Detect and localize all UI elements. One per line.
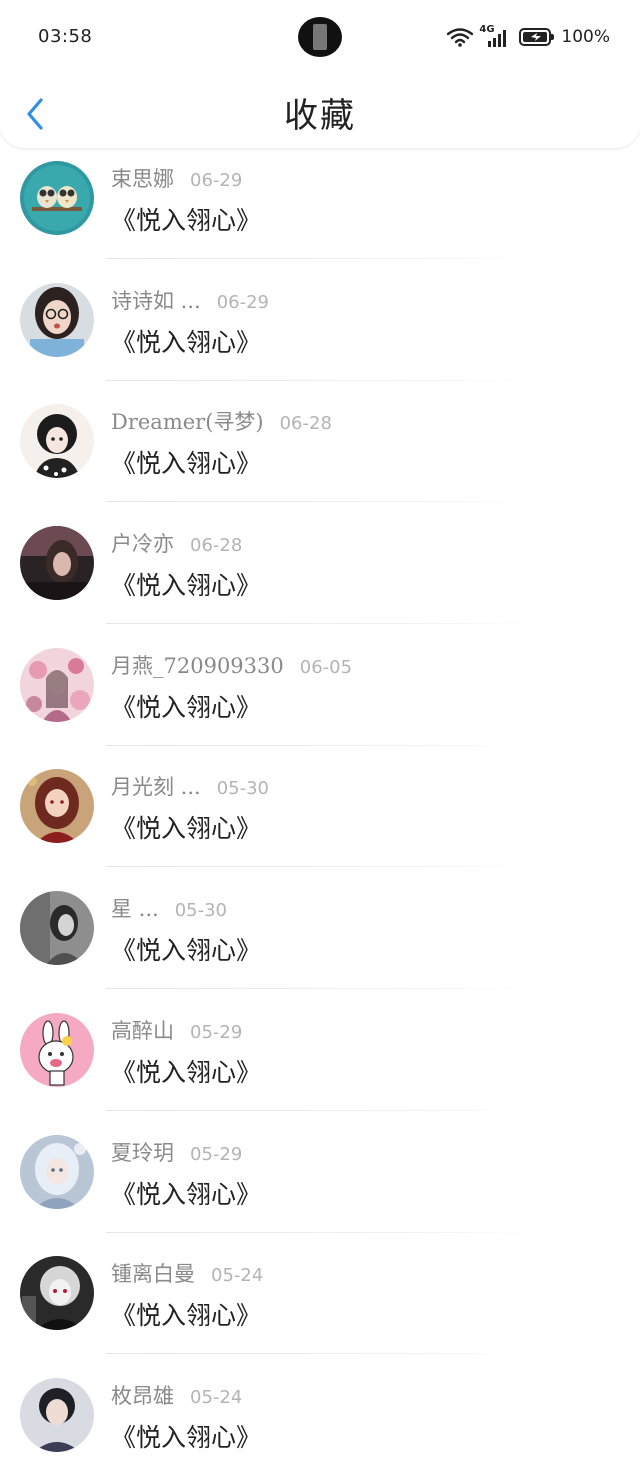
item-meta: Dreamer(寻梦) 06-28: [111, 406, 332, 436]
date: 06-28: [279, 413, 332, 435]
divider: [106, 623, 536, 625]
username[interactable]: 月光刻 ...: [111, 771, 201, 801]
item-meta: 束思娜 06-29: [111, 163, 242, 193]
username[interactable]: 枚昂雄: [111, 1380, 174, 1410]
divider: [106, 501, 536, 503]
work-title[interactable]: 《悦入翎心》: [111, 688, 261, 724]
work-title[interactable]: 《悦入翎心》: [111, 1296, 261, 1332]
silver-hair-boy-avatar[interactable]: [20, 1256, 94, 1331]
work-title[interactable]: 《悦入翎心》: [111, 566, 261, 602]
username[interactable]: 诗诗如 ...: [111, 285, 201, 315]
item-meta: 星 ... 05-30: [111, 893, 227, 923]
front-camera: [298, 17, 342, 57]
battery-percentage: 100%: [561, 27, 610, 47]
favorites-list: 束思娜 06-29 《悦入翎心》 诗诗如 ... 06-29 《悦入翎心》 Dr…: [0, 141, 640, 1480]
owls-avatar[interactable]: [20, 161, 94, 235]
username[interactable]: Dreamer(寻梦): [111, 406, 264, 436]
wifi-icon: [447, 28, 474, 47]
divider: [106, 1353, 536, 1355]
work-title[interactable]: 《悦入翎心》: [111, 931, 261, 967]
battery-icon: [519, 28, 555, 46]
list-item[interactable]: 夏玲玥 05-29 《悦入翎心》: [0, 1115, 640, 1237]
cartoon-bunny-avatar[interactable]: [20, 1012, 94, 1087]
divider: [106, 258, 536, 259]
list-item[interactable]: Dreamer(寻梦) 06-28 《悦入翎心》: [0, 384, 640, 506]
list-item[interactable]: 月光刻 ... 05-30 《悦入翎心》: [0, 749, 640, 871]
date: 05-29: [190, 1021, 243, 1043]
item-meta: 高醉山 05-29: [111, 1015, 242, 1045]
divider: [106, 1109, 536, 1111]
dark-girl-avatar[interactable]: [20, 526, 94, 601]
cellular-signal-icon: 4G: [479, 24, 509, 48]
divider: [106, 988, 536, 990]
username[interactable]: 户冷亦: [111, 528, 174, 558]
status-icons: 4G 100%: [447, 24, 610, 50]
work-title[interactable]: 《悦入翎心》: [111, 1053, 261, 1089]
list-item[interactable]: 诗诗如 ... 06-29 《悦入翎心》: [0, 263, 640, 385]
top-bar: 03:58 4G 100% 收藏: [0, 0, 640, 148]
username[interactable]: 月燕_720909330: [111, 650, 284, 680]
list-item[interactable]: 枚昂雄 05-24 《悦入翎心》: [0, 1358, 640, 1480]
pink-flowers-avatar[interactable]: [20, 647, 94, 722]
date: 06-29: [216, 291, 270, 313]
divider: [106, 866, 536, 868]
list-item[interactable]: 锺离白曼 05-24 《悦入翎心》: [0, 1236, 640, 1358]
date: 06-29: [190, 170, 243, 191]
divider: [106, 379, 536, 381]
list-item[interactable]: 月燕_720909330 06-05 《悦入翎心》: [0, 628, 640, 750]
date: 06-28: [190, 535, 243, 557]
work-title[interactable]: 《悦入翎心》: [111, 444, 261, 480]
list-item[interactable]: 束思娜 06-29 《悦入翎心》: [0, 141, 640, 263]
girl-glasses-avatar[interactable]: [20, 282, 94, 357]
item-meta: 诗诗如 ... 06-29: [111, 285, 269, 315]
item-meta: 锺离白曼 05-24: [111, 1258, 263, 1288]
divider: [106, 744, 536, 746]
item-meta: 户冷亦 06-28: [111, 528, 242, 558]
date: 05-24: [211, 1265, 264, 1287]
work-title[interactable]: 《悦入翎心》: [111, 323, 261, 359]
username[interactable]: 束思娜: [111, 163, 174, 193]
username[interactable]: 夏玲玥: [111, 1137, 174, 1167]
status-time: 03:58: [38, 26, 93, 47]
list-item[interactable]: 高醉山 05-29 《悦入翎心》: [0, 993, 640, 1115]
date: 05-29: [190, 1143, 243, 1165]
white-hair-girl-avatar[interactable]: [20, 1134, 94, 1209]
username[interactable]: 高醉山: [111, 1015, 174, 1045]
work-title[interactable]: 《悦入翎心》: [111, 1175, 261, 1211]
work-title[interactable]: 《悦入翎心》: [111, 809, 261, 845]
divider: [106, 1231, 536, 1233]
date: 06-05: [299, 656, 353, 678]
work-title[interactable]: 《悦入翎心》: [111, 201, 261, 237]
list-item[interactable]: 星 ... 05-30 《悦入翎心》: [0, 871, 640, 993]
list-item[interactable]: 户冷亦 06-28 《悦入翎心》: [0, 506, 640, 628]
date: 05-30: [174, 900, 228, 922]
item-meta: 月光刻 ... 05-30: [111, 771, 269, 801]
page-title: 收藏: [284, 96, 356, 136]
item-meta: 夏玲玥 05-29: [111, 1137, 242, 1167]
anime-girl-bw-avatar[interactable]: [20, 404, 94, 479]
username[interactable]: 星 ...: [111, 893, 159, 923]
red-hair-girl-avatar[interactable]: [20, 769, 94, 844]
username[interactable]: 锺离白曼: [111, 1258, 195, 1288]
date: 05-24: [190, 1386, 243, 1408]
boy-portrait-avatar[interactable]: [20, 1377, 94, 1452]
item-meta: 枚昂雄 05-24: [111, 1380, 242, 1410]
work-title[interactable]: 《悦入翎心》: [111, 1418, 261, 1454]
grey-girl-avatar[interactable]: [20, 891, 94, 966]
date: 05-30: [216, 778, 270, 800]
item-meta: 月燕_720909330 06-05: [111, 650, 352, 680]
